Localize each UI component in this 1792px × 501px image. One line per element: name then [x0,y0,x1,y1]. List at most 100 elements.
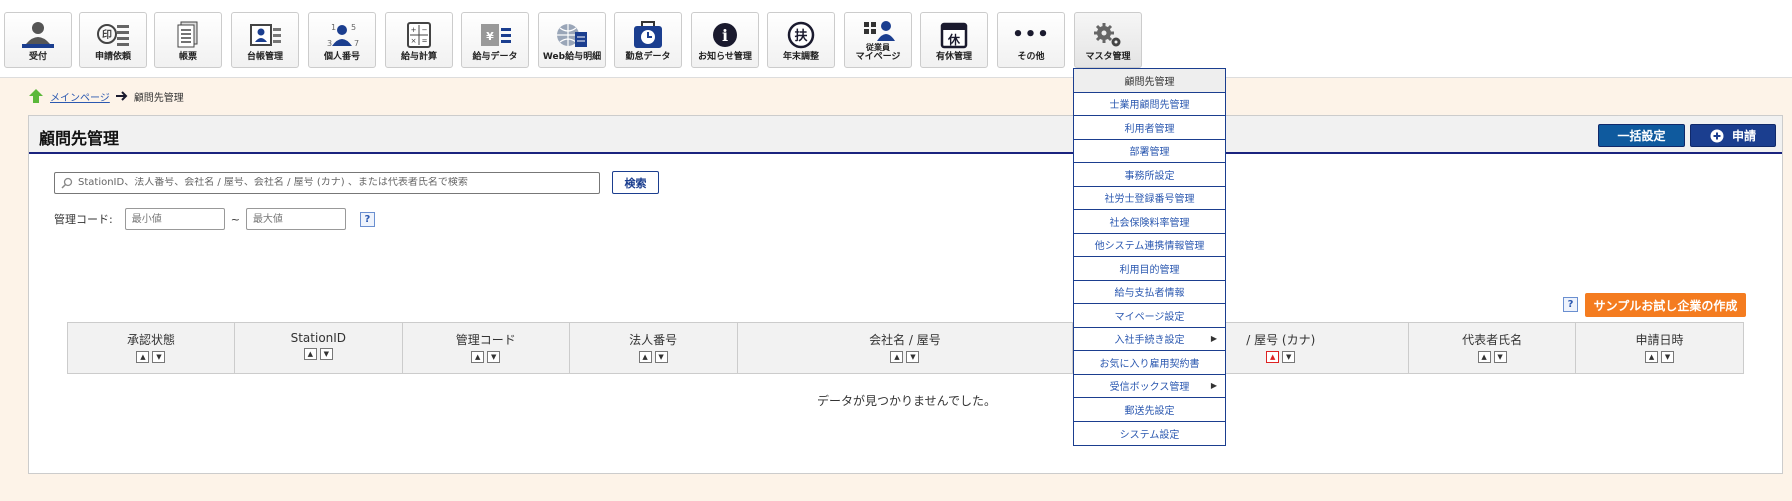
menu-item-purpose-management[interactable]: 利用目的管理 [1074,257,1225,281]
search-button[interactable]: 検索 [612,171,659,194]
toolbar-payroll-calc-button[interactable]: + − × = 給与計算 [385,12,453,68]
column-header-management-code: 管理コード ▲ ▼ [401,322,570,374]
sort-asc-icon[interactable]: ▲ [1266,351,1280,363]
menu-item-user-management[interactable]: 利用者管理 [1074,116,1225,140]
toolbar-paid-leave-button[interactable]: 休 有休管理 [920,12,988,68]
menu-item-payer-info[interactable]: 給与支払者情報 [1074,281,1225,304]
help-icon[interactable]: ? [359,211,375,227]
submenu-arrow-icon: ▶ [1210,381,1217,391]
digit-glyph: 7 [354,39,359,48]
code-max-input[interactable] [245,208,346,230]
sort-desc-icon[interactable]: ▼ [1282,351,1296,363]
search-input[interactable] [78,177,598,188]
sort-asc-icon[interactable]: ▲ [136,351,150,363]
sort-asc-icon[interactable]: ▲ [471,351,485,363]
no-data-message: データが見つかりませんでした。 [816,394,997,408]
management-code-label: 管理コード: [54,213,113,226]
more-icon: ••• [1011,20,1051,50]
svg-text:=: = [422,37,428,45]
breadcrumb-home-link[interactable]: メインページ [50,89,110,104]
document-icon [168,20,208,50]
plus-circle-icon [1710,129,1724,142]
panel-header: 顧問先管理 一括設定 申請 [29,116,1782,154]
sort-desc-icon[interactable]: ▼ [906,351,920,363]
menu-item-favorite-contracts[interactable]: お気に入り雇用契約書 [1074,351,1225,375]
help-icon[interactable]: ? [1563,297,1578,312]
column-header-station-id: StationID ▲ ▼ [233,322,403,374]
menu-item-inbox-management[interactable]: 受信ボックス管理 ▶ [1074,375,1225,398]
toolbar-payroll-data-button[interactable]: ¥ 給与データ [461,12,529,68]
apply-button[interactable]: 申請 [1690,124,1776,147]
svg-text:×: × [411,37,417,45]
sort-desc-icon[interactable]: ▼ [319,348,333,360]
menu-item-office-settings[interactable]: 事務所設定 [1074,163,1225,187]
toolbar-master-button[interactable]: マスタ管理 [1074,12,1142,68]
breadcrumb-current: 顧問先管理 [133,92,184,104]
attendance-icon [628,20,668,50]
seal-glyph: 印 [102,29,112,41]
more-glyph: ••• [1012,24,1050,46]
menu-item-onboarding-settings[interactable]: 入社手続き設定 ▶ [1074,328,1225,351]
digit-glyph: 5 [351,23,356,32]
menu-item-client-management[interactable]: 顧問先管理 [1074,69,1225,93]
menu-item-mypage-settings[interactable]: マイページ設定 [1074,304,1225,328]
client-management-panel: 顧問先管理 一括設定 申請 検索 管理コード: ~ ? ? サンプルお試し企業の… [28,115,1783,474]
sort-desc-icon[interactable]: ▼ [152,351,166,363]
toolbar-reception-button[interactable]: 受付 [4,12,72,68]
create-sample-company-button[interactable]: サンプルお試し企業の作成 [1585,293,1746,317]
column-header-company-name: 会社名 / 屋号 ▲ ▼ [736,322,1074,374]
menu-item-sharoushi-registration[interactable]: 社労士登録番号管理 [1074,187,1225,210]
code-min-input[interactable] [124,208,225,230]
calculator-icon: + − × = [399,20,439,50]
toolbar-employee-mypage-button[interactable]: 従業員 マイページ [844,12,912,68]
year-end-icon: 扶 [781,20,821,50]
arrow-right-icon [115,91,128,101]
search-icon [61,177,73,189]
page-title: 顧問先管理 [39,129,120,148]
toolbar-web-payslip-button[interactable]: Web給与明細 [538,12,606,68]
leave-glyph: 休 [947,32,961,47]
sort-desc-icon[interactable]: ▼ [1661,351,1675,363]
svg-text:−: − [422,26,428,34]
sort-desc-icon[interactable]: ▼ [487,351,501,363]
web-payslip-icon [552,20,592,50]
menu-item-department-management[interactable]: 部署管理 [1074,140,1225,163]
column-header-corporate-number: 法人番号 ▲ ▼ [568,322,738,374]
sort-asc-icon[interactable]: ▲ [890,351,904,363]
info-glyph: i [722,26,728,45]
menu-item-system-settings[interactable]: システム設定 [1074,422,1225,446]
info-icon: i [705,20,745,50]
digit-glyph: 1 [331,23,336,32]
digit-glyph: 3 [327,39,332,48]
toolbar-ledger-button[interactable]: 台帳管理 [231,12,299,68]
toolbar-attendance-button[interactable]: 勤怠データ [614,12,682,68]
application-request-icon: 印 [93,20,133,50]
svg-text:+: + [411,26,417,34]
sort-desc-icon[interactable]: ▼ [654,351,668,363]
toolbar-year-end-button[interactable]: 扶 年末調整 [767,12,835,68]
sort-desc-icon[interactable]: ▼ [1493,351,1507,363]
ledger-icon [245,20,285,50]
bulk-settings-button[interactable]: 一括設定 [1598,124,1685,147]
sort-asc-icon[interactable]: ▲ [303,348,317,360]
menu-item-mailing-settings[interactable]: 郵送先設定 [1074,398,1225,422]
toolbar-notice-button[interactable]: i お知らせ管理 [691,12,759,68]
toolbar-other-button[interactable]: ••• その他 [997,12,1065,68]
toolbar-application-request-button[interactable]: 印 申請依頼 [79,12,147,68]
management-code-filter: 管理コード: ~ ? [54,208,375,230]
column-header-representative: 代表者氏名 ▲ ▼ [1408,322,1577,374]
home-icon[interactable] [28,88,44,104]
sort-asc-icon[interactable]: ▲ [638,351,652,363]
reception-icon [18,20,58,50]
toolbar-document-button[interactable]: 帳票 [154,12,222,68]
support-glyph: 扶 [794,28,808,44]
column-header-application-date: 申請日時 ▲ ▼ [1575,322,1744,374]
menu-item-system-integration[interactable]: 他システム連携情報管理 [1074,234,1225,257]
menu-item-professional-client-management[interactable]: 士業用顧問先管理 [1074,93,1225,116]
toolbar-personal-number-button[interactable]: 1 5 3 7 個人番号 [308,12,376,68]
svg-text:¥: ¥ [486,30,494,43]
sort-asc-icon[interactable]: ▲ [1645,351,1659,363]
menu-item-insurance-rate[interactable]: 社会保険料率管理 [1074,210,1225,234]
sort-asc-icon[interactable]: ▲ [1477,351,1491,363]
employee-mypage-icon [858,19,898,43]
